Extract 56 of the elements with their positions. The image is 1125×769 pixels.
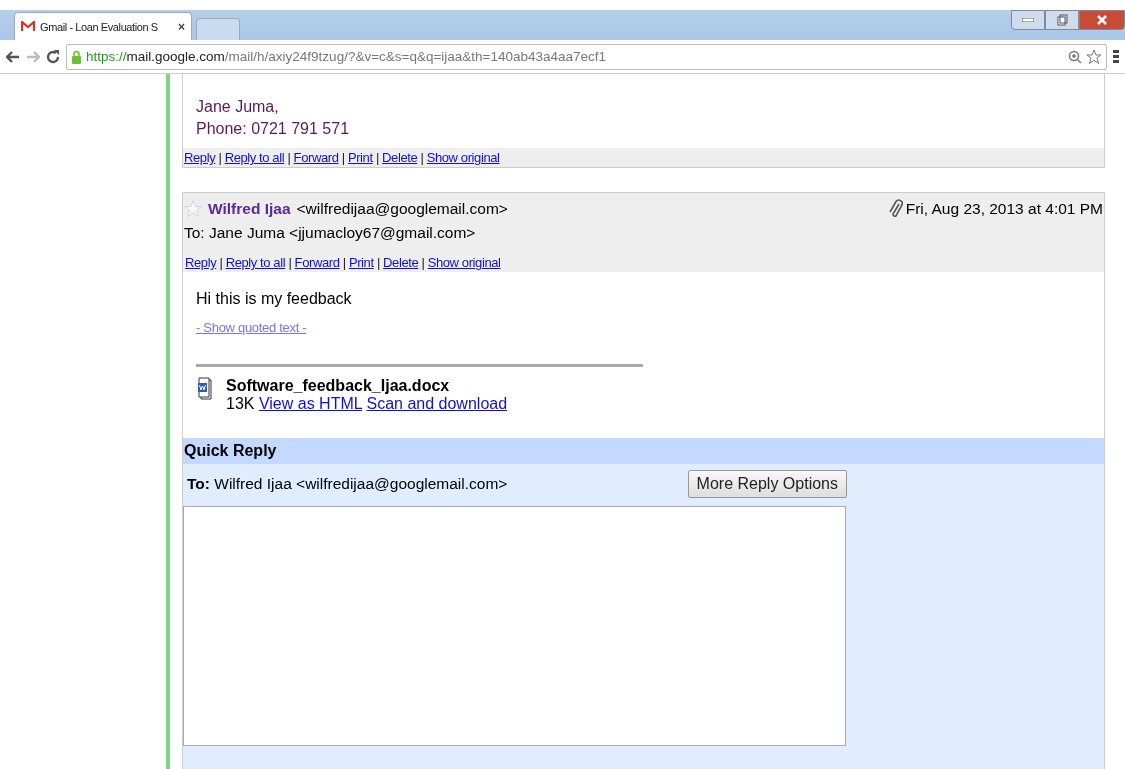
- more-reply-options-button[interactable]: More Reply Options: [687, 470, 847, 498]
- star-icon[interactable]: [1086, 48, 1102, 65]
- minimize-icon: [1022, 18, 1034, 22]
- attachment-link[interactable]: Scan and download: [366, 395, 508, 412]
- sender-name: Wilfred Ijaa: [208, 200, 291, 218]
- action-link[interactable]: Delete: [383, 255, 419, 270]
- close-icon: [1097, 15, 1107, 25]
- action-link[interactable]: Print: [347, 150, 373, 165]
- attachment-filename: Software_feedback_Ijaa.docx: [226, 377, 451, 395]
- action-link[interactable]: Reply to all: [225, 255, 286, 270]
- url-text: https://mail.google.com/mail/h/axiy24f9tzug/?&v=c&s=q&q=ijaa&th=140ab43a4aa7ecf1: [86, 49, 608, 64]
- attachment-link[interactable]: View as HTML: [258, 395, 363, 412]
- recipient-line: To: Wilfred Ijaa <wilfredijaa@googlemail.com>: [187, 475, 508, 493]
- browser-tab[interactable]: Gmail - Loan Evaluation S ×: [14, 12, 192, 40]
- padlock-icon: [71, 49, 82, 64]
- action-link[interactable]: Delete: [382, 150, 418, 165]
- action-link[interactable]: Forward: [294, 255, 340, 270]
- menu-icon[interactable]: [1113, 50, 1119, 63]
- separator: |: [287, 150, 291, 165]
- separator: |: [341, 150, 345, 165]
- zoom-icon[interactable]: [1068, 49, 1082, 64]
- signature-line: Phone: 0721 791 571: [196, 119, 351, 139]
- action-link[interactable]: Reply: [185, 255, 217, 270]
- tab-title: Gmail - Loan Evaluation S: [40, 20, 159, 33]
- separator: |: [342, 255, 346, 270]
- address-bar[interactable]: https://mail.google.com/mail/h/axiy24f9tzug/?&v=c&s=q&q=ijaa&th=140ab43a4aa7ecf1: [66, 43, 1107, 70]
- separator: |: [420, 150, 424, 165]
- mail-icon: [21, 21, 35, 32]
- restore-icon: [1056, 14, 1068, 26]
- action-link[interactable]: Reply: [184, 150, 216, 165]
- close-button[interactable]: [1079, 10, 1125, 30]
- show-quoted-link[interactable]: - Show quoted text -: [196, 320, 307, 335]
- separator: |: [218, 150, 222, 165]
- message-date: Fri, Aug 23, 2013 at 4:01 PM: [905, 200, 1103, 218]
- restore-button[interactable]: [1045, 10, 1079, 30]
- quick-reply-header: Quick Reply: [183, 438, 1104, 464]
- action-link[interactable]: Show original: [427, 255, 501, 270]
- forward-arrow-icon[interactable]: [26, 50, 40, 63]
- minimize-button[interactable]: [1011, 10, 1045, 30]
- separator: |: [376, 255, 380, 270]
- back-arrow-icon[interactable]: [6, 50, 20, 63]
- sender-email: <wilfredijaa@googlemail.com>: [296, 200, 508, 218]
- tab-close-button[interactable]: ×: [178, 19, 185, 34]
- recipient-line: To: Jane Juma <jjumacloy67@gmail.com>: [184, 224, 477, 242]
- separator: |: [288, 255, 292, 270]
- action-link[interactable]: Show original: [426, 150, 500, 165]
- separator: |: [219, 255, 223, 270]
- action-link[interactable]: Forward: [293, 150, 339, 165]
- attachment-size: 13K: [226, 395, 255, 412]
- action-link[interactable]: Print: [348, 255, 374, 270]
- action-link[interactable]: Reply to all: [224, 150, 285, 165]
- reload-icon[interactable]: [46, 49, 60, 64]
- separator: |: [421, 255, 425, 270]
- message-text: Hi this is my feedback: [196, 290, 353, 308]
- signature-line: Jane Juma,: [196, 97, 280, 117]
- separator: |: [375, 150, 379, 165]
